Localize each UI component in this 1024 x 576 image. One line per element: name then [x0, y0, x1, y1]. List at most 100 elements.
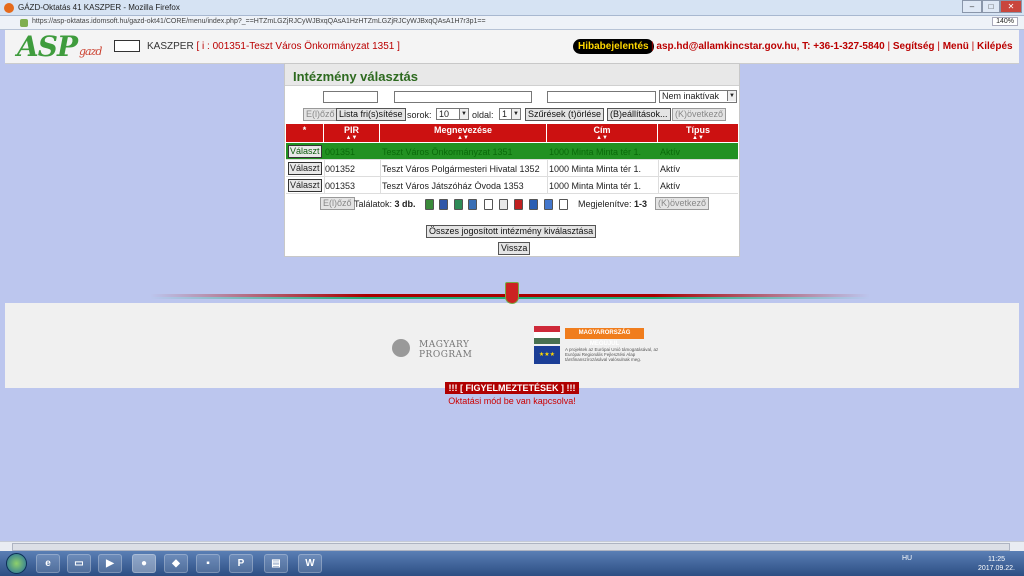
- sort-icon[interactable]: ▲▼: [380, 135, 546, 141]
- word-icon[interactable]: W: [298, 554, 322, 573]
- status-filter-select[interactable]: Nem inaktívak ▼: [659, 90, 737, 103]
- ie-icon[interactable]: e: [36, 554, 60, 573]
- separator: |: [971, 41, 975, 52]
- chevron-down-icon: ▼: [459, 109, 468, 119]
- table-row[interactable]: Választ 001353 Teszt Város Játszóház Óvo…: [286, 177, 738, 194]
- support-phone: T: +36-1-327-5840: [802, 41, 885, 52]
- writer-export-icon[interactable]: [468, 199, 477, 210]
- footer-band: [5, 303, 1019, 388]
- select-column-header[interactable]: *: [286, 124, 324, 142]
- logo-sub-text: gazd: [79, 45, 102, 58]
- window-title: GÁZD-Oktatás 41 KASZPER - Mozilla Firefo…: [18, 3, 180, 12]
- system-clock[interactable]: 11:25 2017.09.22.: [978, 555, 1015, 573]
- browser-titlebar: GÁZD-Oktatás 41 KASZPER - Mozilla Firefo…: [0, 0, 1024, 16]
- shown-range: 1-3: [634, 199, 648, 209]
- separator: |: [887, 41, 891, 52]
- settings-button[interactable]: (B)eállítások...: [607, 108, 671, 121]
- page-label: oldal:: [472, 110, 494, 120]
- pir-column-header[interactable]: PIR ▲▼: [324, 124, 380, 142]
- name-column-header[interactable]: Megnevezése ▲▼: [380, 124, 547, 142]
- table-row[interactable]: Választ 001352 Teszt Város Polgármesteri…: [286, 160, 738, 177]
- support-email-link[interactable]: asp.hd@allamkincstar.gov.hu: [656, 41, 796, 52]
- calc-export-icon[interactable]: [454, 199, 463, 210]
- results-label: Találatok: 3 db.: [354, 199, 416, 209]
- select-row-button[interactable]: Választ: [288, 145, 322, 158]
- chevron-down-icon: ▼: [511, 109, 520, 119]
- eu-banner: MAGYARORSZÁG MEGÚJUL: [565, 328, 644, 347]
- clock-time: 11:25: [987, 556, 1005, 563]
- clear-filters-button[interactable]: Szűrések (t)örlése: [525, 108, 605, 121]
- rows-per-page-select[interactable]: 10 ▼: [436, 108, 469, 120]
- address-bar[interactable]: https://asp-oktatas.idomsoft.hu/gazd-okt…: [0, 16, 1024, 30]
- cell-pir: 001351: [325, 147, 356, 157]
- media-player-icon[interactable]: ▶: [98, 554, 122, 573]
- logout-link[interactable]: Kilépés: [977, 41, 1013, 52]
- header-blank-box: [114, 40, 140, 52]
- cell-name: Teszt Város Játszóház Óvoda 1353: [382, 181, 524, 191]
- menu-link[interactable]: Menü: [943, 41, 969, 52]
- excel-export-icon[interactable]: [425, 199, 434, 210]
- document-icon[interactable]: ▤: [264, 554, 288, 573]
- help-link[interactable]: Segítség: [893, 41, 935, 52]
- select-row-button[interactable]: Választ: [288, 162, 322, 175]
- explorer-icon[interactable]: ▭: [67, 554, 91, 573]
- close-window-button[interactable]: ✕: [1000, 0, 1022, 13]
- name-filter-input[interactable]: [394, 91, 532, 103]
- cell-type: Aktív: [660, 181, 681, 191]
- next-page-button[interactable]: (K)övetkező: [672, 108, 727, 121]
- horizontal-scrollbar[interactable]: [0, 541, 1024, 551]
- csv-export-icon[interactable]: [499, 199, 508, 210]
- html-export-icon[interactable]: [544, 199, 553, 210]
- firefox-taskbar-icon[interactable]: ●: [132, 554, 156, 573]
- app-context: KASZPER [ i : 001351-Teszt Város Önkormá…: [147, 41, 400, 52]
- page-select[interactable]: 1 ▼: [499, 108, 521, 120]
- minimize-button[interactable]: –: [962, 0, 982, 13]
- save-icon[interactable]: ▪: [196, 554, 220, 573]
- address-filter-input[interactable]: [547, 91, 656, 103]
- app-icon[interactable]: ◆: [164, 554, 188, 573]
- back-button[interactable]: Vissza: [498, 242, 531, 255]
- maximize-button[interactable]: □: [982, 0, 1000, 13]
- header-label: *: [302, 125, 307, 135]
- powerpoint-icon[interactable]: P: [229, 554, 253, 573]
- header-label: Megnevezése: [433, 125, 493, 135]
- cell-pir: 001352: [325, 164, 356, 174]
- shown-label-text: Megjelenítve:: [578, 199, 632, 209]
- start-button[interactable]: [6, 553, 27, 574]
- rows-per-page-value: 10: [439, 109, 450, 119]
- sort-icon[interactable]: ▲▼: [324, 135, 379, 141]
- next-page-button-bottom[interactable]: (K)övetkező: [655, 197, 710, 210]
- asp-logo: ASP gazd: [17, 30, 102, 63]
- zoom-level[interactable]: 140%: [992, 17, 1018, 26]
- address-column-header[interactable]: Cím ▲▼: [547, 124, 658, 142]
- blank-export-icon[interactable]: [559, 199, 568, 210]
- scrollbar-thumb[interactable]: [12, 543, 1010, 551]
- refresh-list-button[interactable]: Lista fri(s)sítése: [336, 108, 406, 121]
- header-links: | asp.hd@allamkincstar.gov.hu, T: +36-1-…: [651, 41, 1013, 52]
- magyary-emblem-icon: [392, 339, 410, 357]
- prev-page-button-bottom[interactable]: E(l)őző: [320, 197, 355, 210]
- select-row-button[interactable]: Választ: [288, 179, 322, 192]
- table-row[interactable]: Választ 001351 Teszt Város Önkormányzat …: [286, 143, 738, 160]
- hungarian-flag-icon: [534, 326, 560, 344]
- language-indicator[interactable]: HU: [902, 555, 912, 562]
- word-export-icon[interactable]: [439, 199, 448, 210]
- column-divider: [658, 177, 659, 194]
- error-report-button[interactable]: Hibabejelentés: [573, 39, 654, 54]
- type-column-header[interactable]: Típus ▲▼: [658, 124, 738, 142]
- pir-filter-input[interactable]: [323, 91, 378, 103]
- separator: |: [651, 41, 654, 52]
- column-divider: [380, 177, 381, 194]
- sort-icon[interactable]: ▲▼: [658, 135, 738, 141]
- firefox-icon: [4, 3, 14, 13]
- pdf-export-icon[interactable]: [514, 199, 523, 210]
- eu-flag-icon: ★★★: [534, 346, 560, 364]
- column-divider: [658, 160, 659, 177]
- prev-page-button[interactable]: E(l)őző: [303, 108, 338, 121]
- table-header: * PIR ▲▼ Megnevezése ▲▼ Cím ▲▼ Típus ▲▼: [286, 124, 738, 142]
- text-export-icon[interactable]: [484, 199, 493, 210]
- sort-icon[interactable]: ▲▼: [547, 135, 657, 141]
- xml-export-icon[interactable]: [529, 199, 538, 210]
- url-text[interactable]: https://asp-oktatas.idomsoft.hu/gazd-okt…: [32, 18, 486, 25]
- select-all-institutions-button[interactable]: Összes jogosított intézmény kiválasztása: [426, 225, 597, 238]
